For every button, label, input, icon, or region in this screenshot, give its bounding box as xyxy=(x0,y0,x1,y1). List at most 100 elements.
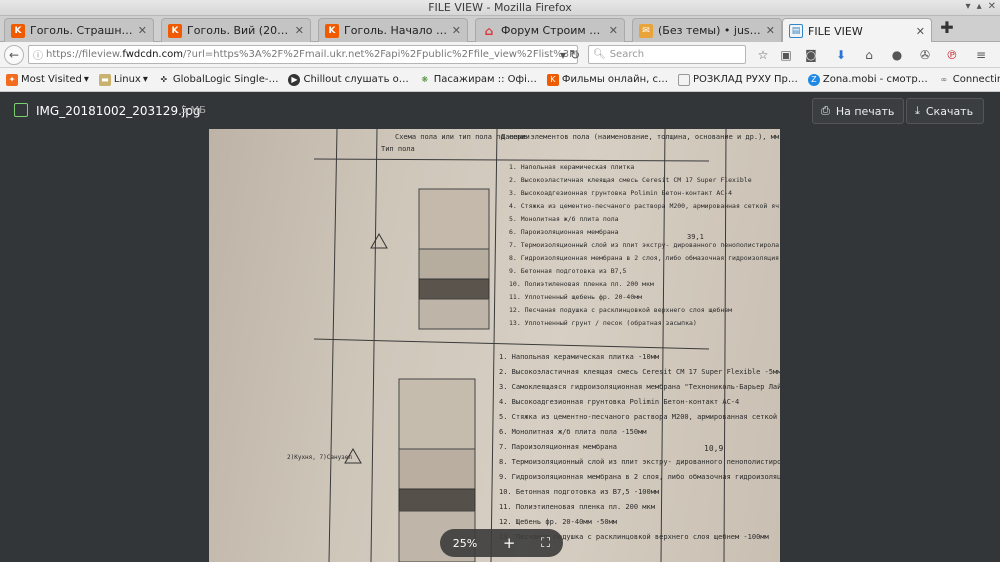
bookmark-rozklad[interactable]: РОЗКЛАД РУХУ Пр… xyxy=(677,73,798,86)
url-host: fwdcdn.com xyxy=(122,49,183,60)
download-icon: ⤓ xyxy=(915,104,920,117)
document-photo: Схема пола или тип пола по серии Данные … xyxy=(209,129,780,562)
loading-icon: ∞ xyxy=(940,75,948,84)
page-icon xyxy=(677,73,690,86)
image-stage[interactable]: Схема пола или тип пола по серии Данные … xyxy=(0,129,1000,562)
downloads-icon[interactable]: ⬇ xyxy=(832,46,850,64)
row2-item: 5. Стяжка из цементно-песчаного раствора… xyxy=(499,413,780,421)
tab-label: (Без темы) • jusobe_n… xyxy=(658,24,762,37)
tab-item[interactable]: K Гоголь. Вий (2018) см… ✕ xyxy=(161,18,311,42)
close-tab-icon[interactable]: ✕ xyxy=(452,24,461,37)
row2-item: 2. Высокоэластичная клеящая смесь Ceresi… xyxy=(499,368,780,376)
close-tab-icon[interactable]: ✕ xyxy=(916,25,925,38)
row2-item: 12. Щебень фр. 20-40мм -50мм xyxy=(499,518,618,526)
url-prefix: https://fileview. xyxy=(46,49,123,60)
fit-screen-icon[interactable]: ⛶ xyxy=(541,536,550,551)
tab-item[interactable]: ⌂ Форум Строим Дом - … ✕ xyxy=(475,18,625,42)
chevron-down-icon: ▾ xyxy=(142,74,148,85)
kinopoisk-icon: K xyxy=(325,23,339,38)
tab-label: FILE VIEW xyxy=(808,24,863,38)
kinopoisk-icon: K xyxy=(168,23,182,38)
bookmark-zona[interactable]: Z Zona.mobi - смотр… xyxy=(807,73,928,86)
bookmark-label: Пасажирам :: Офі… xyxy=(433,74,537,85)
pocket-icon[interactable]: ◙ xyxy=(802,46,820,64)
pinterest-icon[interactable]: ℗ xyxy=(943,46,961,64)
bookmark-chillout[interactable]: ▶ Chillout слушать о… xyxy=(288,73,409,86)
bookmark-star-icon[interactable]: ☆ xyxy=(754,46,772,64)
row1-item: 10. Полиэтиленовая пленка пл. 200 мкм xyxy=(509,280,654,288)
row1-item: 8. Гидроизоляционная мембрана в 2 слоя, … xyxy=(509,254,780,262)
tab-label: Гоголь. Страшная мес… xyxy=(30,24,134,37)
bookmark-label: Connecting… xyxy=(952,74,1000,85)
floor-type-1-icon xyxy=(370,232,388,249)
row1-value: 39,1 xyxy=(687,233,704,241)
layer-diagram-1 xyxy=(418,188,490,330)
download-button[interactable]: ⤓ Скачать xyxy=(906,98,984,124)
tab-item-active[interactable]: ▤ FILE VIEW ✕ xyxy=(782,18,932,43)
row1-item: 6. Пароизоляционная мембрана xyxy=(509,228,619,236)
chat-icon[interactable]: ● xyxy=(888,46,906,64)
row2-item: 6. Монолитная ж/б плита пола -150мм xyxy=(499,428,647,436)
row2-item: 9. Гидроизоляционная мембрана в 2 слоя, … xyxy=(499,473,780,481)
row2-item: 1. Напольная керамическая плитка -10мм xyxy=(499,353,660,361)
row2-item: 8. Термоизоляционный слой из плит экстру… xyxy=(499,458,780,466)
row2-item: 10. Бетонная подготовка из В7,5 -100мм xyxy=(499,488,660,496)
back-button[interactable]: ← xyxy=(4,45,24,65)
row1-item: 4. Стяжка из цементно-песчаного раствора… xyxy=(509,202,780,210)
close-tab-icon[interactable]: ✕ xyxy=(295,24,304,37)
url-bar[interactable]: ⓘ https://fileview. fwdcdn.com/?url=https… xyxy=(28,45,578,64)
reload-icon[interactable]: ↻ xyxy=(566,46,584,64)
row2-room: 2)Кухня, 7)Санузел xyxy=(287,454,352,461)
file-name: IMG_20181002_203129.jpg xyxy=(36,104,201,118)
row2-item: 4. Высокоадгезионная грунтовка Polimin Б… xyxy=(499,398,739,406)
file-viewer-header: IMG_20181002_203129.jpg 5 МБ ⎙ На печать… xyxy=(0,93,1000,129)
search-placeholder: Search xyxy=(609,49,645,60)
search-input[interactable]: 🔍︎ Search xyxy=(588,45,746,64)
url-rest: /?url=https%3A%2F%2Fmail.ukr.net%2Fapi%2… xyxy=(182,49,578,60)
close-tab-icon[interactable]: ✕ xyxy=(609,24,618,37)
bookmark-connecting[interactable]: ∞ Connecting… xyxy=(938,74,1000,86)
bookmark-label: Linux xyxy=(113,74,141,85)
file-size: 5 МБ xyxy=(181,105,207,116)
row2-value: 10,9 xyxy=(704,444,723,453)
folder-icon: ▬ xyxy=(98,73,111,86)
row1-item: 11. Уплотненный щебень фр. 20-40мм xyxy=(509,293,642,301)
window-title: FILE VIEW - Mozilla Firefox xyxy=(428,1,572,14)
tab-item[interactable]: K Гоголь. Начало (2017… ✕ xyxy=(318,18,468,42)
menu-icon[interactable]: ≡ xyxy=(972,46,990,64)
globe-icon: ✜ xyxy=(160,75,168,84)
new-tab-button[interactable]: ✚ xyxy=(938,20,956,38)
header-col-type: Тип пола xyxy=(381,145,415,153)
zoom-in-icon[interactable]: + xyxy=(503,534,516,552)
close-tab-icon[interactable]: ✕ xyxy=(766,24,775,37)
bookmark-most-visited[interactable]: ✦ Most Visited ▾ xyxy=(6,73,89,86)
chevron-down-icon: ▾ xyxy=(83,74,89,85)
bookmark-globallogic[interactable]: ✜ GlobalLogic Single-… xyxy=(158,74,279,86)
search-icon: 🔍︎ xyxy=(593,49,606,60)
maximize-icon[interactable]: ▴ xyxy=(977,1,982,12)
printer-icon: ⎙ xyxy=(821,104,830,117)
bookmark-linux-folder[interactable]: ▬ Linux ▾ xyxy=(98,73,148,86)
tab-item[interactable]: K Гоголь. Страшная мес… ✕ xyxy=(4,18,154,42)
kinopoisk-icon: K xyxy=(546,73,559,86)
download-label: Скачать xyxy=(925,104,974,118)
back-arrow-icon: ← xyxy=(8,48,20,62)
bookmark-pasazhyram[interactable]: ❋ Пасажирам :: Офі… xyxy=(419,74,537,86)
extension-icon[interactable]: ✇ xyxy=(916,46,934,64)
minimize-icon[interactable]: ▾ xyxy=(966,1,971,12)
close-window-icon[interactable]: ✕ xyxy=(988,1,996,12)
reader-list-icon[interactable]: ▣ xyxy=(777,46,795,64)
bookmark-films[interactable]: K Фильмы онлайн, с… xyxy=(546,73,668,86)
print-label: На печать xyxy=(835,104,895,118)
row1-item: 9. Бетонная подготовка из В7,5 xyxy=(509,267,626,275)
tab-label: Форум Строим Дом - … xyxy=(501,24,605,37)
close-tab-icon[interactable]: ✕ xyxy=(138,24,147,37)
row2-item: 7. Пароизоляционная мембрана xyxy=(499,443,617,451)
bookmark-label: Фильмы онлайн, с… xyxy=(561,74,668,85)
home-icon[interactable]: ⌂ xyxy=(860,46,878,64)
row1-item: 12. Песчаная подушка с расклинцовкой вер… xyxy=(509,306,732,314)
window-controls: ▾ ▴ ✕ xyxy=(966,1,996,12)
zoom-controls: 25% + ⛶ xyxy=(440,529,563,557)
tab-item[interactable]: ✉ (Без темы) • jusobe_n… ✕ xyxy=(632,18,782,42)
print-button[interactable]: ⎙ На печать xyxy=(812,98,904,124)
